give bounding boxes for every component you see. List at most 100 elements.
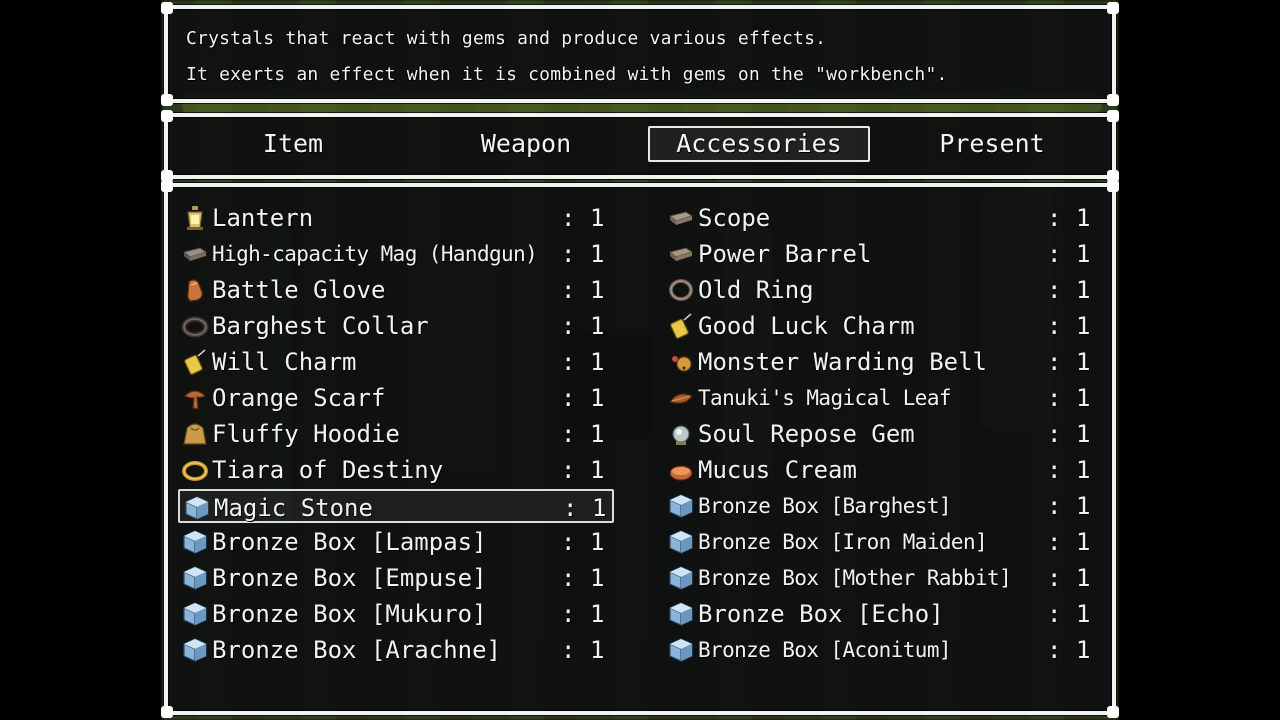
- tab-present[interactable]: Present: [881, 126, 1103, 162]
- item-row[interactable]: Tanuki's Magical Leaf:1: [664, 381, 1100, 415]
- item-row[interactable]: Bronze Box [Mukuro]:1: [178, 597, 614, 631]
- item-quantity: 1: [1076, 528, 1091, 556]
- item-row[interactable]: High-capacity Mag (Handgun):1: [178, 237, 614, 271]
- cream-icon: [667, 456, 695, 484]
- item-row[interactable]: Good Luck Charm:1: [664, 309, 1100, 343]
- item-row[interactable]: Tiara of Destiny:1: [178, 453, 614, 487]
- box-icon: [667, 492, 695, 520]
- frame-corner: [1107, 110, 1119, 122]
- frame-corner: [161, 94, 173, 106]
- scope-icon: [667, 204, 695, 232]
- item-separator: :: [561, 240, 576, 268]
- item-quantity: 1: [590, 240, 605, 268]
- box-icon: [667, 600, 695, 628]
- item-name: Mucus Cream: [698, 456, 857, 484]
- item-separator: :: [561, 456, 576, 484]
- item-separator: :: [561, 528, 576, 556]
- lantern-icon: [181, 204, 209, 232]
- item-row[interactable]: Bronze Box [Barghest]:1: [664, 489, 1100, 523]
- item-row[interactable]: Bronze Box [Mother Rabbit]:1: [664, 561, 1100, 595]
- glove-icon: [181, 276, 209, 304]
- item-name: Power Barrel: [698, 240, 872, 268]
- tab-item[interactable]: Item: [182, 126, 404, 162]
- item-row[interactable]: Power Barrel:1: [664, 237, 1100, 271]
- item-row[interactable]: Bronze Box [Iron Maiden]:1: [664, 525, 1100, 559]
- item-row[interactable]: Battle Glove:1: [178, 273, 614, 307]
- box-icon: [181, 636, 209, 664]
- item-quantity: 1: [590, 528, 605, 556]
- item-row[interactable]: Bronze Box [Echo]:1: [664, 597, 1100, 631]
- item-row[interactable]: Magic Stone:1: [178, 489, 614, 523]
- box-icon: [667, 528, 695, 556]
- collar-icon: [181, 312, 209, 340]
- item-row[interactable]: Bronze Box [Arachne]:1: [178, 633, 614, 667]
- item-separator: :: [561, 564, 576, 592]
- help-text-line-2: It exerts an effect when it is combined …: [186, 64, 948, 85]
- item-separator: :: [561, 204, 576, 232]
- item-quantity: 1: [590, 384, 605, 412]
- item-row[interactable]: Bronze Box [Empuse]:1: [178, 561, 614, 595]
- item-name: Monster Warding Bell: [698, 348, 987, 376]
- item-separator: :: [1047, 276, 1062, 304]
- item-row[interactable]: Bronze Box [Aconitum]:1: [664, 633, 1100, 667]
- category-tabs-window: Item Weapon Accessories Present: [161, 110, 1119, 182]
- item-name: Bronze Box [Aconitum]: [698, 638, 952, 662]
- item-name: Lantern: [212, 204, 314, 232]
- frame-corner: [1107, 180, 1119, 192]
- item-quantity: 1: [590, 348, 605, 376]
- item-name: Battle Glove: [212, 276, 386, 304]
- box-icon: [183, 494, 211, 522]
- frame-corner: [1107, 2, 1119, 14]
- box-icon: [667, 564, 695, 592]
- item-name: Bronze Box [Iron Maiden]: [698, 530, 988, 554]
- item-quantity: 1: [1076, 492, 1091, 520]
- item-quantity: 1: [1076, 276, 1091, 304]
- hoodie-icon: [181, 420, 209, 448]
- item-name: Soul Repose Gem: [698, 420, 915, 448]
- item-name: Tiara of Destiny: [212, 456, 444, 484]
- item-row[interactable]: Barghest Collar:1: [178, 309, 614, 343]
- item-quantity: 1: [1076, 636, 1091, 664]
- tiara-icon: [181, 456, 209, 484]
- item-separator: :: [1047, 420, 1062, 448]
- ring-icon: [667, 276, 695, 304]
- item-quantity: 1: [1076, 312, 1091, 340]
- bell-icon: [667, 348, 695, 376]
- item-separator: :: [561, 348, 576, 376]
- item-separator: :: [1047, 600, 1062, 628]
- item-separator: :: [561, 636, 576, 664]
- item-separator: :: [1047, 348, 1062, 376]
- item-name: Old Ring: [698, 276, 814, 304]
- item-row[interactable]: Mucus Cream:1: [664, 453, 1100, 487]
- frame-corner: [161, 180, 173, 192]
- item-quantity: 1: [590, 312, 605, 340]
- item-row[interactable]: Old Ring:1: [664, 273, 1100, 307]
- item-list-window: Lantern:1 Scope:1 High-capacity Mag (Handg…: [161, 180, 1119, 718]
- item-separator: :: [1047, 636, 1062, 664]
- gem-icon: [667, 420, 695, 448]
- item-separator: :: [1047, 240, 1062, 268]
- item-row[interactable]: Fluffy Hoodie:1: [178, 417, 614, 451]
- item-row[interactable]: Scope:1: [664, 201, 1100, 235]
- box-icon: [181, 528, 209, 556]
- game-screen: Crystals that react with gems and produc…: [0, 0, 1280, 720]
- item-row[interactable]: Will Charm:1: [178, 345, 614, 379]
- item-row[interactable]: Lantern:1: [178, 201, 614, 235]
- item-separator: :: [1047, 564, 1062, 592]
- item-row[interactable]: Orange Scarf:1: [178, 381, 614, 415]
- box-icon: [667, 636, 695, 664]
- item-quantity: 1: [1076, 348, 1091, 376]
- item-separator: :: [1047, 492, 1062, 520]
- item-quantity: 1: [592, 494, 607, 522]
- item-quantity: 1: [1076, 420, 1091, 448]
- tab-accessories[interactable]: Accessories: [648, 126, 870, 162]
- item-row[interactable]: Monster Warding Bell:1: [664, 345, 1100, 379]
- item-separator: :: [561, 600, 576, 628]
- tab-weapon[interactable]: Weapon: [415, 126, 637, 162]
- item-name: Barghest Collar: [212, 312, 429, 340]
- item-row[interactable]: Soul Repose Gem:1: [664, 417, 1100, 451]
- item-quantity: 1: [1076, 456, 1091, 484]
- frame-corner: [1107, 706, 1119, 718]
- box-icon: [181, 600, 209, 628]
- item-row[interactable]: Bronze Box [Lampas]:1: [178, 525, 614, 559]
